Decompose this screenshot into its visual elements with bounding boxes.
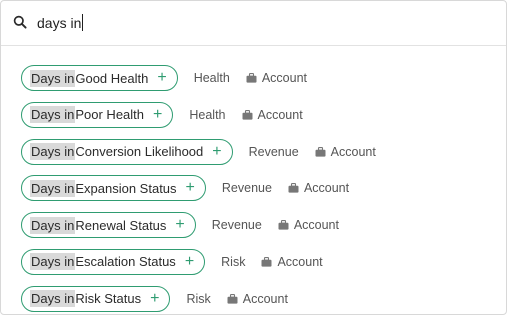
search-bar[interactable]: days in [1, 1, 506, 46]
text-caret [82, 14, 84, 31]
field-pill-days-in-risk-status[interactable]: Days in Risk Status + [21, 285, 171, 312]
field-name-rest: Conversion Likelihood [75, 144, 204, 160]
object-name: Account [293, 218, 339, 233]
object-name: Account [257, 107, 303, 122]
match-highlight: Days in [30, 290, 76, 308]
result-row: Days in Good Health + Health Account [21, 65, 491, 91]
add-icon[interactable]: + [153, 106, 162, 123]
match-highlight: Days in [30, 106, 76, 124]
briefcase-icon [315, 146, 326, 157]
field-pill-days-in-poor-health[interactable]: Days in Poor Health + [21, 101, 174, 128]
result-row: Days in Poor Health + Health Account [21, 101, 491, 128]
category-label: Health [189, 107, 226, 122]
object-name: Account [303, 181, 350, 196]
result-row: Days in Expansion Status + Revenue Accoun… [21, 175, 491, 202]
object-label: Account [278, 218, 339, 232]
category-label: Revenue [211, 218, 262, 233]
category-label: Revenue [248, 144, 299, 159]
add-icon[interactable]: + [186, 180, 195, 196]
search-input-value: days in [37, 15, 82, 31]
search-input[interactable]: days in [37, 12, 457, 34]
object-name: Account [330, 144, 376, 159]
briefcase-icon [278, 220, 289, 230]
category-label: Risk [186, 291, 211, 306]
search-icon [13, 15, 27, 29]
match-highlight: Days in [30, 143, 76, 161]
add-icon[interactable]: + [212, 143, 221, 160]
result-row: Days in Conversion Likelihood + Revenue A… [21, 138, 491, 165]
object-label: Account [242, 108, 303, 122]
result-row: Days in Risk Status + Risk Account [21, 285, 491, 312]
category-label: Revenue [221, 181, 272, 196]
field-name-rest: Poor Health [75, 107, 145, 123]
field-picker-panel: days in Days in Good Health + Health Acco… [0, 0, 507, 315]
match-highlight: Days in [30, 179, 76, 197]
field-pill-days-in-expansion-status[interactable]: Days in Expansion Status + [21, 175, 206, 202]
results-list: Days in Good Health + Health Account Days… [21, 65, 491, 314]
field-name-rest: Renewal Status [75, 217, 167, 233]
briefcase-icon [227, 293, 238, 304]
result-row: Days in Renewal Status + Revenue Account [21, 212, 491, 239]
field-name-rest: Good Health [75, 70, 149, 86]
object-name: Account [277, 254, 323, 269]
field-name-rest: Risk Status [75, 291, 142, 307]
add-icon[interactable]: + [157, 70, 166, 86]
field-pill-days-in-good-health[interactable]: Days in Good Health + [21, 65, 178, 91]
category-label: Risk [221, 254, 246, 269]
add-icon[interactable]: + [185, 253, 194, 270]
field-pill-days-in-conversion-likelihood[interactable]: Days in Conversion Likelihood + [21, 138, 233, 165]
add-icon[interactable]: + [150, 290, 159, 307]
object-label: Account [288, 181, 349, 195]
match-highlight: Days in [30, 216, 76, 234]
field-pill-days-in-renewal-status[interactable]: Days in Renewal Status + [21, 212, 196, 239]
match-highlight: Days in [30, 253, 76, 271]
category-label: Health [193, 71, 230, 85]
object-name: Account [242, 291, 288, 306]
add-icon[interactable]: + [175, 217, 184, 233]
object-label: Account [261, 254, 323, 269]
object-label: Account [227, 292, 288, 306]
object-label: Account [246, 71, 307, 85]
field-name-rest: Expansion Status [75, 180, 177, 196]
briefcase-icon [242, 109, 252, 120]
result-row: Days in Escalation Status + Risk Account [21, 248, 491, 275]
briefcase-icon [246, 73, 257, 83]
object-label: Account [315, 145, 376, 159]
field-name-rest: Escalation Status [75, 254, 176, 270]
briefcase-icon [261, 257, 272, 267]
object-name: Account [261, 71, 308, 85]
briefcase-icon [288, 183, 299, 193]
match-highlight: Days in [30, 69, 76, 87]
field-pill-days-in-escalation-status[interactable]: Days in Escalation Status + [21, 248, 206, 275]
